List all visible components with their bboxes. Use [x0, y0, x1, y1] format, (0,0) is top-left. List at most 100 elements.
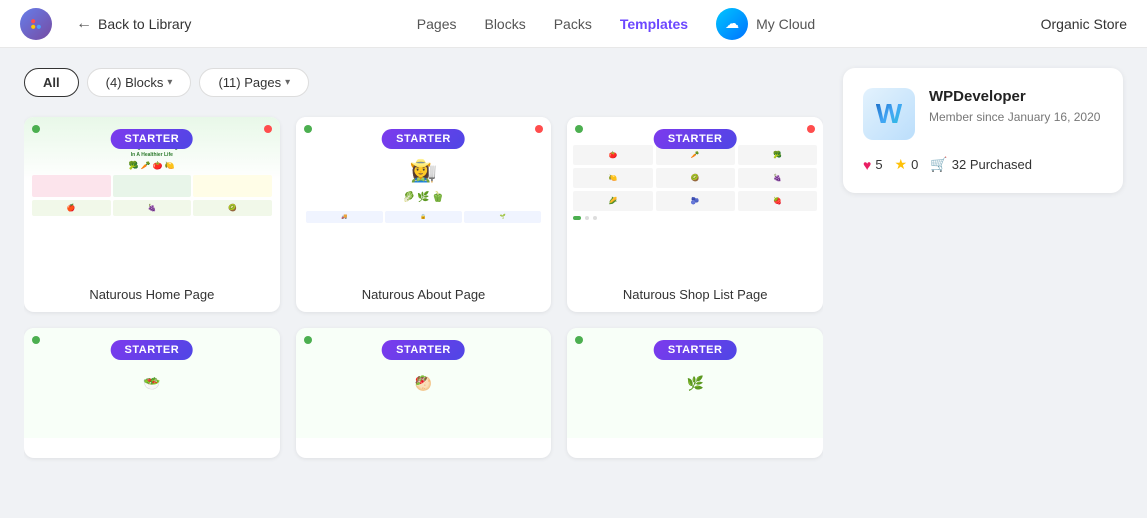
shop-item-7: 🌽	[573, 191, 652, 211]
filter-blocks[interactable]: (4) Blocks ▾	[87, 68, 192, 97]
template-card-6[interactable]: STARTER 🌿	[567, 328, 823, 458]
main-nav: Pages Blocks Packs Templates ☁ My Cloud	[215, 8, 1016, 40]
card-image-4: STARTER 🥗	[24, 328, 280, 438]
nav-templates[interactable]: Templates	[620, 16, 688, 32]
author-initial: W	[876, 98, 902, 130]
about-preview-image: 👩‍🌾	[410, 158, 437, 184]
logo-dot-blue	[37, 24, 41, 28]
page-dot-2	[593, 216, 597, 220]
nav-blocks[interactable]: Blocks	[484, 16, 525, 32]
back-arrow-icon: ←	[76, 15, 92, 33]
card-dot-green-5	[304, 336, 312, 344]
logo-dot-red	[31, 19, 35, 23]
site-name: Organic Store	[1041, 16, 1127, 32]
author-info: WPDeveloper Member since January 16, 202…	[929, 88, 1100, 126]
card-title-1: Naturous Home Page	[24, 277, 280, 312]
filter-all[interactable]: All	[24, 68, 79, 97]
filter-pages-label: (11) Pages	[218, 75, 281, 90]
template-card-5[interactable]: STARTER 🥙	[296, 328, 552, 458]
about-icons: 🥬 🌿 🫑	[403, 192, 444, 203]
template-card-3[interactable]: STARTER 🍅 🥕 🥦 🍋 🥝 🍇	[567, 117, 823, 312]
shop-item-6: 🍇	[738, 168, 817, 188]
fruit-icon-3: 🍅	[153, 161, 163, 170]
starter-badge-5: STARTER	[382, 340, 465, 360]
sidebar-stats: ♥ 5 ★ 0 🛒 32 Purchased	[863, 156, 1103, 173]
logo-dot-empty	[37, 19, 41, 23]
starter-badge-1: STARTER	[111, 129, 194, 149]
sidebar: W WPDeveloper Member since January 16, 2…	[843, 68, 1123, 498]
card-title-2: Naturous About Page	[296, 277, 552, 312]
preview-item-3: 🥝	[193, 200, 272, 216]
blocks-chevron-icon: ▾	[167, 77, 172, 88]
preview-bottom-row: 🍎 🍇 🥝	[32, 200, 272, 216]
preview-icon-6: 🌿	[686, 375, 703, 392]
card-dot-green-1	[32, 125, 40, 133]
stat-stars: ★ 0	[895, 156, 919, 173]
nav-packs[interactable]: Packs	[554, 16, 592, 32]
template-card-1[interactable]: STARTER Go Organic And IndulgeIn A Healt…	[24, 117, 280, 312]
preview-icon-4: 🥗	[143, 375, 160, 392]
card-image-1: STARTER Go Organic And IndulgeIn A Healt…	[24, 117, 280, 277]
card-image-3: STARTER 🍅 🥕 🥦 🍋 🥝 🍇	[567, 117, 823, 277]
about-icons-row: 🚚 🔒 🌱	[306, 211, 542, 223]
stat-purchased: 🛒 32 Purchased	[930, 156, 1032, 173]
back-to-library-link[interactable]: ← Back to Library	[76, 15, 191, 33]
app-logo	[20, 8, 52, 40]
veggie-icon-3: 🫑	[432, 192, 444, 203]
star-icon: ★	[895, 156, 908, 173]
filter-blocks-label: (4) Blocks	[106, 75, 164, 90]
strip-pink	[32, 175, 111, 197]
about-icon-box-3: 🌱	[464, 211, 541, 223]
author-since: Member since January 16, 2020	[929, 109, 1100, 126]
shop-item-1: 🍅	[573, 145, 652, 165]
filter-all-label: All	[43, 75, 60, 90]
about-icon-box-1: 🚚	[306, 211, 383, 223]
cart-icon: 🛒	[930, 156, 947, 173]
template-grid: STARTER Go Organic And IndulgeIn A Healt…	[24, 117, 823, 458]
veggie-icon-2: 🌿	[417, 192, 429, 203]
preview-item-1: 🍎	[32, 200, 111, 216]
card-image-5: STARTER 🥙	[296, 328, 552, 438]
filter-bar: All (4) Blocks ▾ (11) Pages ▾	[24, 68, 823, 97]
content-area: All (4) Blocks ▾ (11) Pages ▾ STARTER	[24, 68, 823, 498]
fruit-icon-1: 🥦	[129, 161, 139, 170]
shop-item-5: 🥝	[656, 168, 735, 188]
preview-icon-5: 🥙	[415, 375, 432, 392]
card-dot-red-3	[807, 125, 815, 133]
heart-icon: ♥	[863, 157, 871, 173]
veggie-icon-1: 🥬	[403, 192, 415, 203]
stars-count: 0	[911, 157, 918, 172]
my-cloud-label: My Cloud	[756, 16, 815, 32]
header: ← Back to Library Pages Blocks Packs Tem…	[0, 0, 1147, 48]
starter-badge-6: STARTER	[654, 340, 737, 360]
template-card-4[interactable]: STARTER 🥗	[24, 328, 280, 458]
starter-badge-3: STARTER	[654, 129, 737, 149]
fruit-row: 🥦 🥕 🍅 🍋	[129, 161, 175, 170]
pagination	[573, 216, 817, 220]
stat-likes: ♥ 5	[863, 157, 883, 173]
back-to-library-label: Back to Library	[98, 16, 191, 32]
card-title-3: Naturous Shop List Page	[567, 277, 823, 312]
filter-pages[interactable]: (11) Pages ▾	[199, 68, 309, 97]
author-logo: W	[863, 88, 915, 140]
shop-item-3: 🥦	[738, 145, 817, 165]
card-image-6: STARTER 🌿	[567, 328, 823, 438]
card-dot-green-4	[32, 336, 40, 344]
author-name: WPDeveloper	[929, 88, 1100, 105]
starter-badge-2: STARTER	[382, 129, 465, 149]
cloud-icon: ☁	[716, 8, 748, 40]
main-content: All (4) Blocks ▾ (11) Pages ▾ STARTER	[0, 48, 1147, 518]
nav-pages[interactable]: Pages	[417, 16, 457, 32]
about-icon-box-2: 🔒	[385, 211, 462, 223]
fruit-icon-2: 🥕	[141, 161, 151, 170]
shop-item-9: 🍓	[738, 191, 817, 211]
template-card-2[interactable]: STARTER How We Rec... 👩‍🌾 🥬 🌿 🫑 🚚	[296, 117, 552, 312]
page-dot-active	[573, 216, 581, 220]
strip-green	[113, 175, 192, 197]
page-dot-1	[585, 216, 589, 220]
card-dot-green-2	[304, 125, 312, 133]
sidebar-header: W WPDeveloper Member since January 16, 2…	[863, 88, 1103, 140]
nav-my-cloud[interactable]: ☁ My Cloud	[716, 8, 815, 40]
purchased-label: 32 Purchased	[952, 157, 1032, 172]
logo-dot-yellow	[31, 24, 35, 28]
